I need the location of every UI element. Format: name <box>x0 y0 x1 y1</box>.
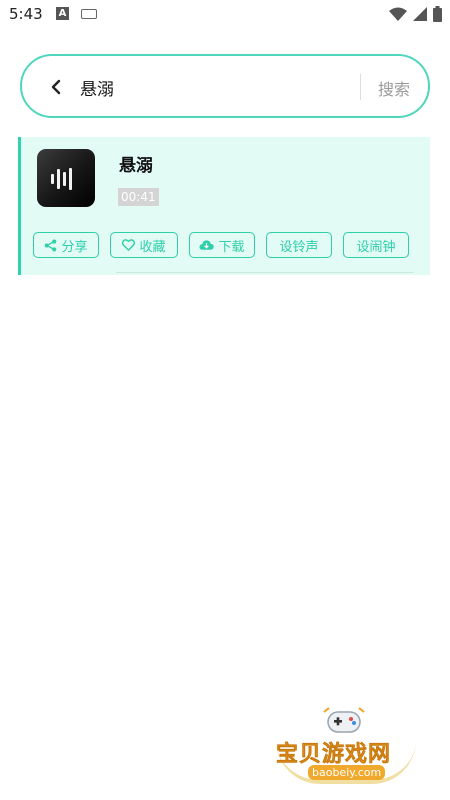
audio-wave-icon <box>51 168 72 190</box>
status-bar: 5:43 A <box>0 0 450 32</box>
search-bar: 搜索 <box>20 54 430 118</box>
watermark-url: baobeiy.com <box>308 765 386 780</box>
set-ringtone-label: 设铃声 <box>279 239 319 255</box>
result-card[interactable]: 悬溺 00:41 分享 收藏 下载 设铃声 设闹钟 <box>18 137 430 275</box>
signal-icon <box>413 7 427 21</box>
favorite-label: 收藏 <box>139 239 166 255</box>
cloud-download-icon <box>199 240 215 250</box>
status-left-icons: A <box>56 7 97 20</box>
status-right-icons <box>389 6 442 22</box>
favorite-button[interactable]: 收藏 <box>110 232 178 258</box>
action-buttons: 分享 收藏 下载 设铃声 设闹钟 <box>33 232 409 258</box>
song-title[interactable]: 悬溺 <box>119 151 153 176</box>
watermark-logo: 宝贝游戏网 baobeiy.com <box>270 702 430 792</box>
song-cover-thumbnail[interactable] <box>37 149 95 207</box>
download-button[interactable]: 下载 <box>189 232 255 258</box>
status-time: 5:43 <box>9 5 43 23</box>
share-icon <box>45 239 57 251</box>
search-input[interactable] <box>78 70 352 104</box>
song-duration: 00:41 <box>118 188 159 206</box>
share-label: 分享 <box>61 239 88 255</box>
wifi-icon <box>389 7 407 21</box>
share-button[interactable]: 分享 <box>33 232 99 258</box>
download-label: 下载 <box>218 239 245 255</box>
keyboard-icon <box>81 8 97 19</box>
card-divider <box>116 272 414 273</box>
search-divider <box>360 74 361 100</box>
watermark-text: 宝贝游戏网 <box>276 742 392 768</box>
heart-icon <box>122 239 136 251</box>
search-button[interactable]: 搜索 <box>378 76 410 100</box>
set-alarm-button[interactable]: 设闹钟 <box>343 232 409 258</box>
set-ringtone-button[interactable]: 设铃声 <box>266 232 332 258</box>
back-button[interactable] <box>44 74 70 100</box>
a-notification-icon: A <box>56 7 69 20</box>
set-alarm-label: 设闹钟 <box>356 239 396 255</box>
battery-icon <box>433 6 442 22</box>
gamepad-icon <box>323 707 365 733</box>
chevron-left-icon <box>51 79 61 95</box>
